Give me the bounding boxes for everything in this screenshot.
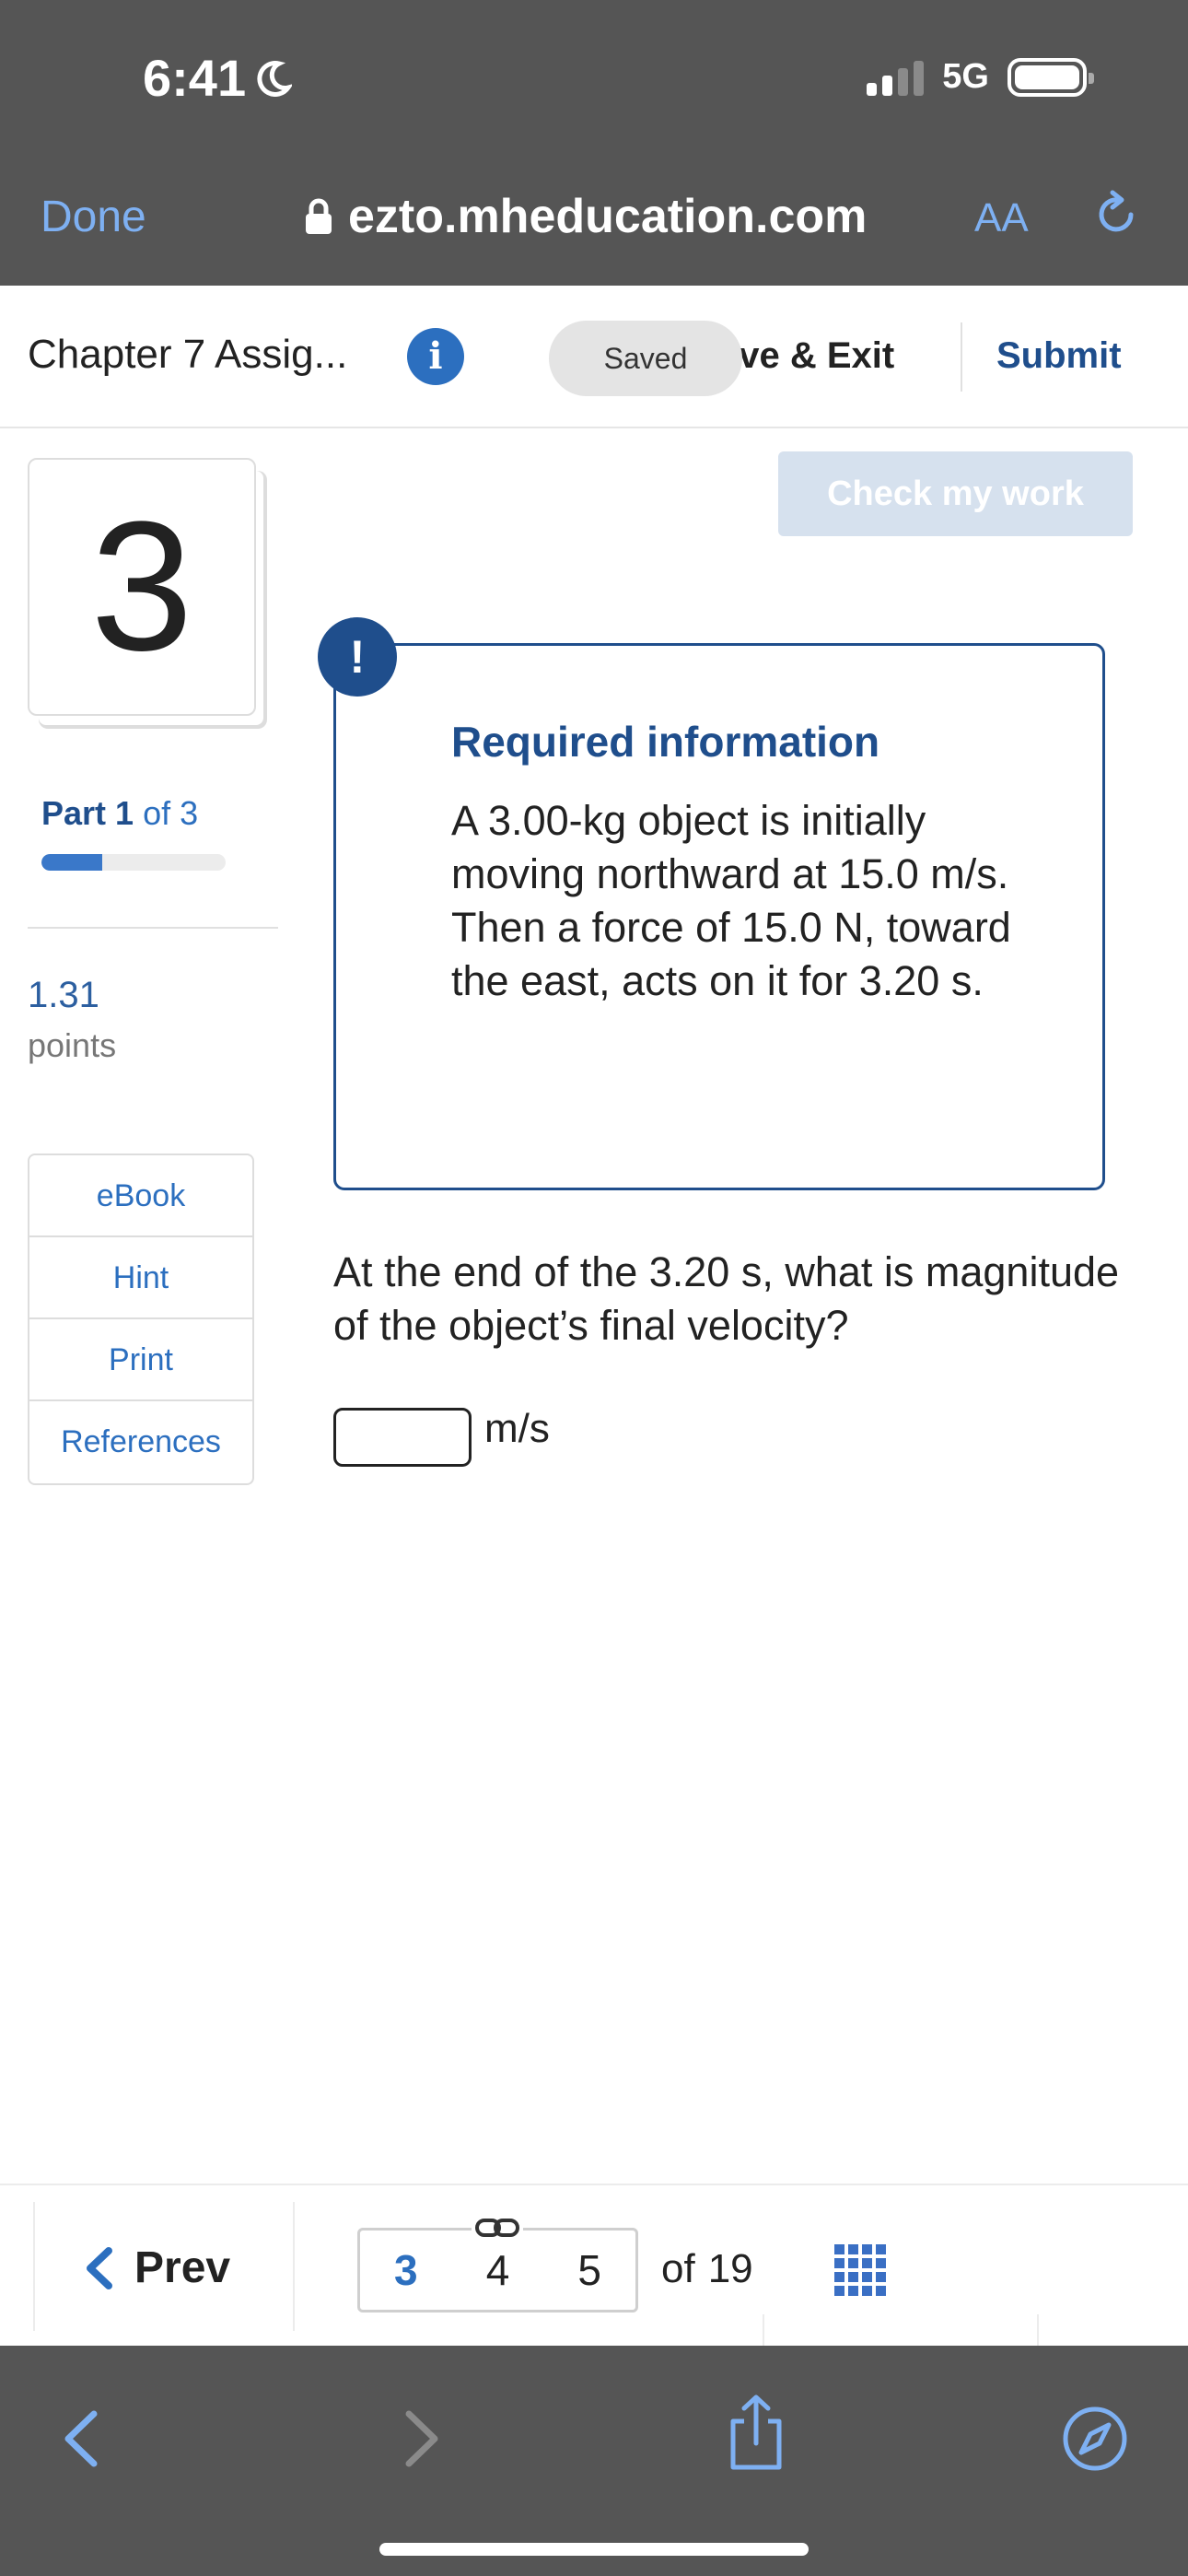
chevron-left-icon xyxy=(87,2246,112,2289)
back-arrow-icon[interactable] xyxy=(59,2406,101,2471)
total-pages: 19 xyxy=(707,2246,753,2291)
references-button[interactable]: References xyxy=(29,1401,252,1483)
answer-input[interactable] xyxy=(333,1408,472,1467)
text-size-button[interactable]: AA xyxy=(974,195,1029,241)
lock-icon xyxy=(306,198,332,234)
compass-icon[interactable] xyxy=(1061,2405,1129,2473)
pager-divider xyxy=(33,2202,35,2331)
link-icon xyxy=(472,2213,523,2242)
part-label: Part xyxy=(41,794,107,832)
part-progress-fill xyxy=(41,854,102,871)
question-pager: Prev 3 4 5 of 19 xyxy=(0,2184,1188,2348)
part-indicator: Part 1 of 3 xyxy=(41,794,198,833)
prev-label: Prev xyxy=(134,2243,231,2292)
page-item-current[interactable]: 3 xyxy=(394,2245,418,2295)
alert-icon: ! xyxy=(318,617,397,697)
question-number: 3 xyxy=(90,484,193,689)
pager-divider xyxy=(763,2314,764,2348)
page-total: of 19 xyxy=(661,2246,753,2292)
left-divider xyxy=(28,927,278,929)
part-progress-bar xyxy=(41,854,226,871)
required-information-text: A 3.00-kg object is initially moving nor… xyxy=(451,797,1011,1004)
question-text: At the end of the 3.20 s, what is magnit… xyxy=(333,1248,1120,1349)
assignment-header: Chapter 7 Assig... i Saved ave & Exit Su… xyxy=(0,286,1188,428)
assignment-title: Chapter 7 Assig... xyxy=(28,332,348,377)
save-exit-button[interactable]: ave & Exit xyxy=(718,335,894,377)
submit-button[interactable]: Submit xyxy=(996,335,1122,377)
home-indicator[interactable] xyxy=(379,2543,809,2556)
ebook-button[interactable]: eBook xyxy=(29,1155,252,1237)
points-value: 1.31 xyxy=(28,975,99,1015)
forward-arrow-icon[interactable] xyxy=(402,2406,444,2471)
cellular-signal-icon xyxy=(867,59,925,96)
grid-view-icon[interactable] xyxy=(834,2244,886,2296)
url-text: ezto.mheducation.com xyxy=(348,190,868,243)
status-time-text: 6:41 xyxy=(143,49,247,107)
address-bar[interactable]: ezto.mheducation.com xyxy=(304,189,867,244)
of-label: of xyxy=(661,2246,695,2291)
points-label: points xyxy=(28,1026,117,1064)
browser-top-chrome: 6:41 5G Done ezto.mheducation.com AA xyxy=(0,0,1188,286)
status-time: 6:41 xyxy=(143,48,293,108)
required-information-title: Required information xyxy=(451,718,880,766)
pager-divider xyxy=(293,2202,295,2331)
part-current: 1 xyxy=(115,794,134,832)
hint-button[interactable]: Hint xyxy=(29,1237,252,1319)
saved-status-badge: Saved xyxy=(549,321,742,396)
done-button[interactable]: Done xyxy=(41,192,146,242)
pager-divider xyxy=(1037,2314,1039,2348)
status-indicators: 5G xyxy=(867,57,1094,97)
resource-tools: eBook Hint Print References xyxy=(28,1153,254,1485)
part-of: of 3 xyxy=(143,794,199,832)
network-label: 5G xyxy=(942,57,989,96)
reload-icon[interactable] xyxy=(1090,189,1142,240)
page-item[interactable]: 5 xyxy=(577,2245,601,2295)
moon-icon xyxy=(257,60,293,97)
page-item[interactable]: 4 xyxy=(486,2245,510,2295)
prev-button[interactable]: Prev xyxy=(83,2242,230,2293)
print-button[interactable]: Print xyxy=(29,1319,252,1401)
answer-unit: m/s xyxy=(484,1406,550,1451)
browser-bottom-toolbar xyxy=(0,2346,1188,2576)
check-my-work-button[interactable]: Check my work xyxy=(778,451,1133,536)
battery-icon xyxy=(1007,57,1094,97)
header-divider xyxy=(961,322,962,392)
share-icon[interactable] xyxy=(724,2394,788,2471)
info-icon[interactable]: i xyxy=(407,328,464,385)
